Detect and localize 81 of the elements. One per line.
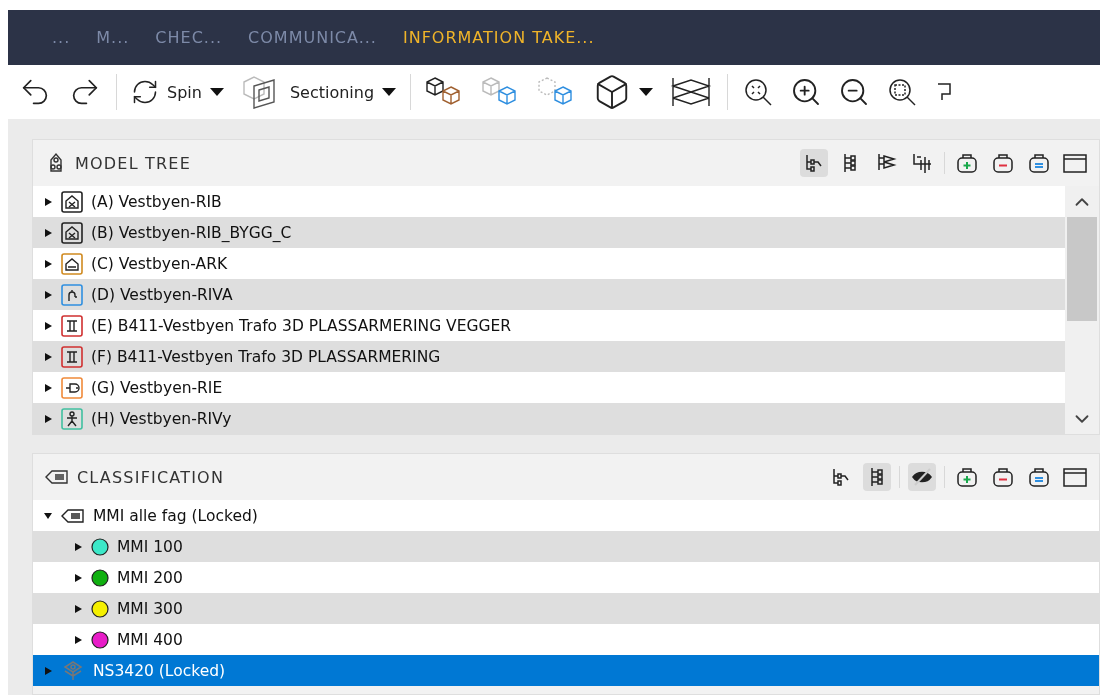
beam-icon: [61, 314, 83, 337]
model-name: (C) Vestbyen-ARK: [91, 254, 228, 273]
caret-icon: [639, 88, 654, 96]
plug-icon: [61, 376, 83, 399]
pipe-icon: [61, 283, 83, 306]
tag-icon: [45, 469, 69, 485]
tree-row[interactable]: (A) Vestbyen-RIB: [33, 186, 1065, 217]
tag-icon: [61, 507, 85, 524]
tree-row[interactable]: MMI 300: [33, 593, 1099, 624]
tree-row[interactable]: MMI 200: [33, 562, 1099, 593]
tree-icon: [803, 152, 825, 174]
rotate-icon: [131, 78, 159, 106]
beam-icon: [61, 345, 83, 368]
figure-icon: [61, 407, 83, 430]
tree-icon: [830, 466, 852, 488]
tree-row[interactable]: MMI alle fag (Locked): [33, 500, 1099, 531]
tree-row[interactable]: MMI 100: [33, 531, 1099, 562]
bag-plus-icon: [956, 152, 978, 174]
network-icon: [61, 659, 85, 682]
window-icon: [1062, 152, 1088, 174]
classification-name: MMI 100: [117, 537, 183, 556]
house-icon: [61, 252, 83, 275]
tree-row[interactable]: MMI 400: [33, 624, 1099, 655]
model-name: (E) B411-Vestbyen Trafo 3D PLASSARMERING VEGGER: [91, 316, 512, 335]
tab[interactable]: INFORMATION TAKE...: [402, 28, 595, 47]
model-name: (F) B411-Vestbyen Trafo 3D PLASSARMERING: [91, 347, 441, 366]
list-button[interactable]: [863, 463, 891, 491]
tab[interactable]: M...: [96, 28, 130, 47]
caret-icon[interactable]: [43, 351, 53, 362]
bag-plus-icon: [956, 466, 978, 488]
tree-row[interactable]: NS3420 (Locked): [33, 655, 1099, 686]
classification-name: MMI 200: [117, 568, 183, 587]
caret-icon[interactable]: [43, 382, 53, 393]
classification-name: MMI 300: [117, 599, 183, 618]
model-name: (G) Vestbyen-RIE: [91, 378, 223, 397]
bag-minus-icon: [992, 152, 1014, 174]
building-icon: [61, 221, 83, 244]
tree-row[interactable]: (H) Vestbyen-RIVy: [33, 403, 1065, 434]
classification-name: MMI alle fag (Locked): [93, 506, 258, 525]
caret-icon[interactable]: [43, 196, 53, 207]
tree-row[interactable]: (B) Vestbyen-RIB_BYGG_C: [33, 217, 1065, 248]
tree-row[interactable]: (C) Vestbyen-ARK: [33, 248, 1065, 279]
caret-icon[interactable]: [43, 227, 53, 238]
spin-button[interactable]: Spin: [129, 76, 226, 108]
branch-icon: [911, 152, 933, 174]
caret-icon[interactable]: [43, 320, 53, 331]
visibility-button[interactable]: [908, 463, 936, 491]
tab[interactable]: CHEC...: [155, 28, 223, 47]
scrollbar-thumb[interactable]: [1067, 217, 1097, 321]
model-name: (B) Vestbyen-RIB_BYGG_C: [91, 223, 292, 242]
panel-title: CLASSIFICATION: [77, 467, 226, 487]
building-icon: [61, 190, 83, 213]
tab[interactable]: COMMUNICA...: [248, 28, 377, 47]
tree-row[interactable]: (D) Vestbyen-RIVA: [33, 279, 1065, 310]
model-name: (H) Vestbyen-RIVy: [91, 409, 232, 428]
window-icon: [1062, 466, 1088, 488]
caret-icon[interactable]: [73, 603, 83, 614]
model-name: (D) Vestbyen-RIVA: [91, 285, 233, 304]
caret-icon[interactable]: [43, 510, 53, 521]
bag-minus-icon: [992, 466, 1014, 488]
tree-row[interactable]: (F) B411-Vestbyen Trafo 3D PLASSARMERING: [33, 341, 1065, 372]
caret-icon: [382, 88, 397, 96]
sectioning-button[interactable]: Sectioning: [237, 72, 399, 112]
classification-name: MMI 400: [117, 630, 183, 649]
caret-icon[interactable]: [73, 634, 83, 645]
classification-name: NS3420 (Locked): [93, 661, 226, 680]
caret-icon[interactable]: [73, 541, 83, 552]
tab[interactable]: ...: [52, 28, 71, 47]
model-name: (A) Vestbyen-RIB: [91, 192, 222, 211]
tree-button[interactable]: [800, 149, 828, 177]
caret-icon[interactable]: [43, 413, 53, 424]
tree-row[interactable]: (G) Vestbyen-RIE: [33, 372, 1065, 403]
caret-icon: [209, 88, 224, 96]
caret-icon[interactable]: [43, 289, 53, 300]
bag-equal-icon: [1028, 152, 1050, 174]
eye-slash-icon: [911, 466, 933, 488]
panel-title: MODEL TREE: [75, 153, 192, 173]
bag-equal-icon: [1028, 466, 1050, 488]
caret-icon[interactable]: [73, 572, 83, 583]
tree-row[interactable]: (E) B411-Vestbyen Trafo 3D PLASSARMERING VEGGER: [33, 310, 1065, 341]
caret-icon[interactable]: [43, 258, 53, 269]
